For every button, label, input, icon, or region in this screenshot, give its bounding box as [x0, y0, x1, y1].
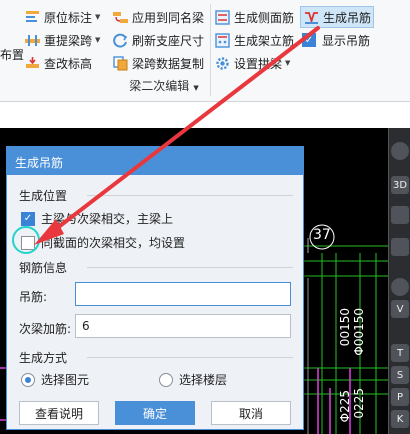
pointer-arrow-icon — [34, 26, 320, 245]
